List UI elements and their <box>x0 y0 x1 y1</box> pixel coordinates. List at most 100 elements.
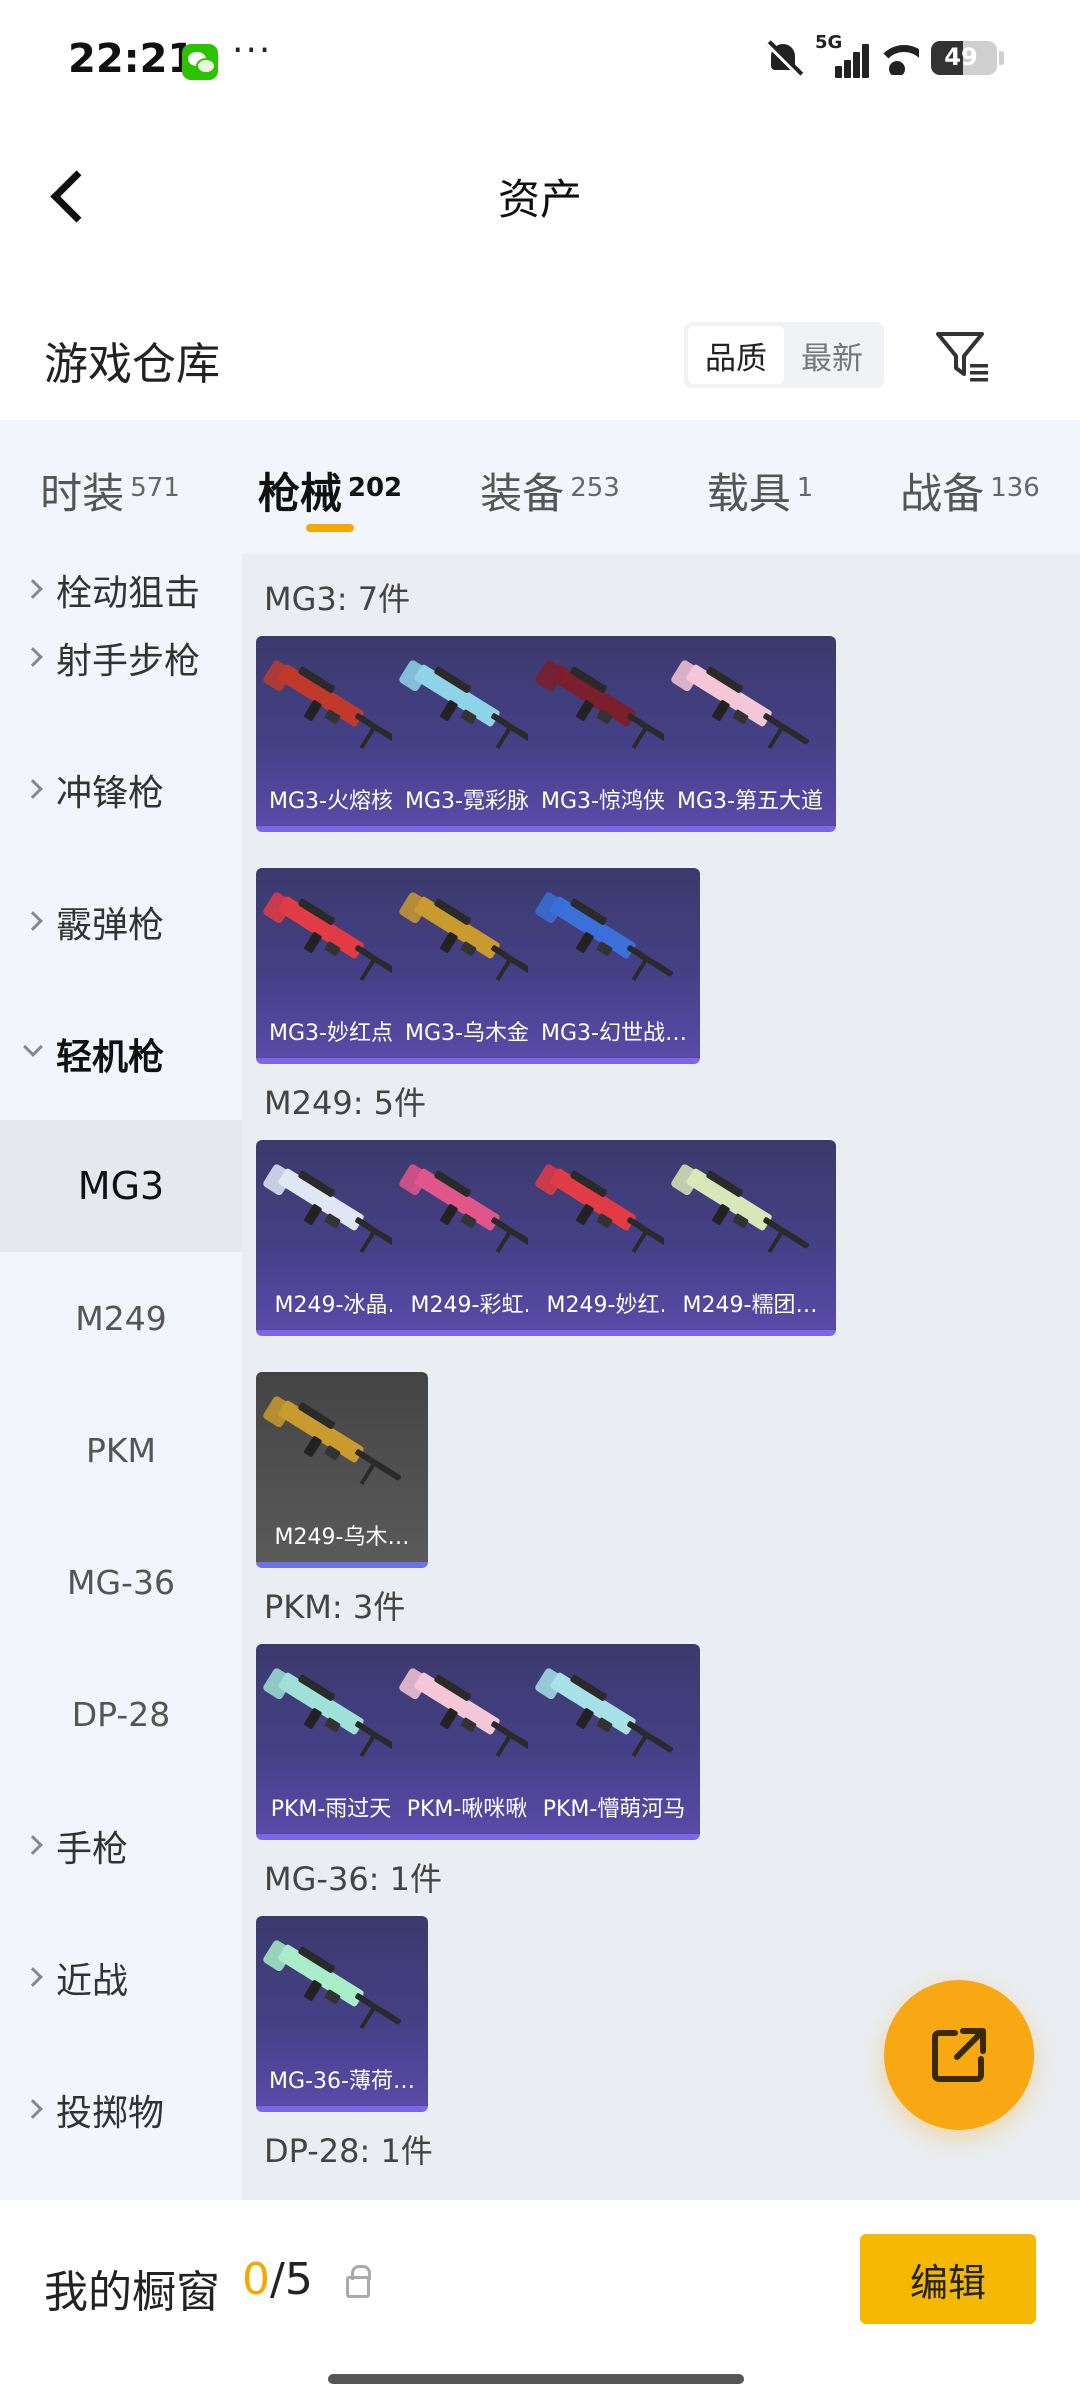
mute-icon <box>763 38 803 78</box>
weapon-skin-icon <box>671 1164 809 1253</box>
network-type: 5G <box>815 32 843 53</box>
weapon-name: M249-糯团… <box>682 1293 818 1318</box>
chevron-right-icon <box>23 647 43 667</box>
weapon-card[interactable]: PKM-懵萌河马 <box>528 1644 700 1840</box>
tab-equipment[interactable]: 装备 253 <box>440 420 660 554</box>
section-title: M249: 5件 <box>264 1084 427 1122</box>
weapon-name: PKM-懵萌河马 <box>542 1797 686 1822</box>
sidebar-group[interactable]: 投掷物 <box>0 2044 242 2176</box>
sidebar-subitem[interactable]: M249 <box>0 1252 242 1384</box>
weapon-card[interactable]: M249-糯团… <box>664 1140 836 1336</box>
sidebar-group[interactable]: 手枪 <box>0 1780 242 1912</box>
weapon-skin-icon <box>535 892 673 981</box>
tab-count: 136 <box>990 473 1040 503</box>
wechat-icon <box>182 44 218 80</box>
weapon-name: MG-36-薄荷… <box>269 2069 415 2094</box>
weapon-skin-icon <box>535 1668 673 1757</box>
tab-vehicles[interactable]: 载具 1 <box>660 420 860 554</box>
share-button[interactable] <box>884 1980 1034 2130</box>
sidebar-item-label: M249 <box>75 1298 167 1338</box>
tab-guns[interactable]: 枪械 202 <box>220 420 440 554</box>
sidebar-item-label: 手枪 <box>56 1829 129 1870</box>
status-icons: 5G 49 <box>763 32 1004 78</box>
weapon-card[interactable]: MG-36-薄荷… <box>256 1916 428 2112</box>
showcase-current: 0 <box>242 2254 270 2305</box>
sidebar-item-label: DP-28 <box>71 1694 171 1734</box>
cellular-signal-icon: 5G <box>815 32 869 78</box>
filter-icon[interactable] <box>930 324 994 388</box>
more-notifications-icon: ··· <box>232 30 273 71</box>
sort-toggle: 品质 最新 <box>684 322 884 388</box>
sidebar-group[interactable]: 近战 <box>0 1912 242 2044</box>
edit-button[interactable]: 编辑 <box>860 2234 1036 2324</box>
section-title: MG-36: 1件 <box>264 1860 442 1898</box>
warehouse-header: 游戏仓库 品质 最新 <box>0 300 1080 410</box>
sidebar-item-label: 近战 <box>56 1961 129 2002</box>
tab-label: 载具 <box>706 469 791 518</box>
sidebar-item-label: 冲锋枪 <box>56 773 165 814</box>
showcase-label: 我的橱窗 <box>44 2267 220 2318</box>
chevron-right-icon <box>23 911 43 931</box>
tab-count: 253 <box>570 473 620 503</box>
battery-icon: 49 <box>931 41 997 75</box>
section-title: MG3: 7件 <box>264 580 411 618</box>
status-time: 22:21 <box>68 36 196 82</box>
sidebar-group[interactable]: 霰弹枪 <box>0 856 242 988</box>
showcase-total: /5 <box>270 2254 313 2305</box>
showcase-bar: 我的橱窗 0/5 编辑 <box>0 2200 1080 2400</box>
wifi-icon <box>875 41 919 75</box>
weapon-category-sidebar: 栓动狙击 射手步枪 冲锋枪 霰弹枪 轻机枪 MG3 M249 PKM MG-36 DP-28 手枪近… <box>0 554 242 2200</box>
sidebar-subitem[interactable]: PKM <box>0 1384 242 1516</box>
sidebar-group[interactable]: 轻机枪 <box>0 988 242 1120</box>
chevron-right-icon <box>23 1967 43 1987</box>
tab-fashion[interactable]: 时装 571 <box>0 420 220 554</box>
page-title: 资产 <box>497 175 582 224</box>
tab-label: 装备 <box>480 469 565 518</box>
sidebar-subitem[interactable]: MG-36 <box>0 1516 242 1648</box>
chevron-right-icon <box>23 779 43 799</box>
weapon-name: MG3-幻世战… <box>541 1021 687 1046</box>
status-bar: 22:21 ··· 5G 49 <box>0 0 1080 120</box>
tab-supplies[interactable]: 战备 136 <box>860 420 1080 554</box>
sidebar-item-label: 轻机枪 <box>56 1037 165 1078</box>
tab-count: 1 <box>796 473 814 503</box>
tab-count: 202 <box>347 473 403 503</box>
sidebar-item-label: 射手步枪 <box>56 641 201 682</box>
weapon-skin-icon <box>263 1396 401 1485</box>
weapon-grid: MG3: 7件 MG3-火熔核心 MG3-霓彩脉冲 MG3-惊鸿侠骨 MG3-第五大道 M… <box>242 554 1080 2200</box>
chevron-down-icon <box>23 1037 43 1057</box>
home-indicator[interactable] <box>328 2374 744 2384</box>
top-nav: 资产 <box>0 120 1080 270</box>
tab-label: 时装 <box>40 469 125 518</box>
weapon-name: M249-乌木… <box>274 1525 410 1550</box>
weapon-card[interactable]: MG3-第五大道 <box>664 636 836 832</box>
section-title: DP-28: 1件 <box>264 2132 433 2170</box>
sort-by-quality[interactable]: 品质 <box>688 326 784 384</box>
warehouse-title: 游戏仓库 <box>44 339 220 390</box>
tab-label: 战备 <box>900 469 985 518</box>
external-link-icon <box>932 2028 986 2082</box>
sidebar-group[interactable]: 冲锋枪 <box>0 724 242 856</box>
sidebar-item-label: PKM <box>85 1430 156 1470</box>
sort-by-newest[interactable]: 最新 <box>784 326 880 384</box>
tab-count: 571 <box>130 473 180 503</box>
sidebar-subitem[interactable]: DP-28 <box>0 1648 242 1780</box>
tab-label: 枪械 <box>257 469 342 518</box>
section-title: PKM: 3件 <box>264 1588 406 1626</box>
chevron-right-icon <box>23 1835 43 1855</box>
sidebar-item-label: MG-36 <box>67 1562 175 1602</box>
sidebar-item-label: 霰弹枪 <box>56 905 165 946</box>
weapon-card[interactable]: MG3-幻世战… <box>528 868 700 1064</box>
weapon-card[interactable]: M249-乌木… <box>256 1372 428 1568</box>
showcase-count: 0/5 <box>242 2254 313 2305</box>
sidebar-item-label: 投掷物 <box>56 2093 165 2134</box>
weapon-skin-icon <box>263 1940 401 2029</box>
lock-icon <box>346 2265 371 2298</box>
category-tabs: 时装 571 枪械 202 装备 253 载具 1 战备 136 <box>0 420 1080 554</box>
sidebar-subitem[interactable]: MG3 <box>0 1120 242 1252</box>
chevron-right-icon <box>23 2099 43 2119</box>
weapon-skin-icon <box>671 660 809 749</box>
main-area: 栓动狙击 射手步枪 冲锋枪 霰弹枪 轻机枪 MG3 M249 PKM MG-36 DP-28 手枪近… <box>0 554 1080 2200</box>
weapon-name: MG3-第五大道 <box>677 789 823 814</box>
sidebar-group[interactable]: 射手步枪 <box>0 592 242 724</box>
